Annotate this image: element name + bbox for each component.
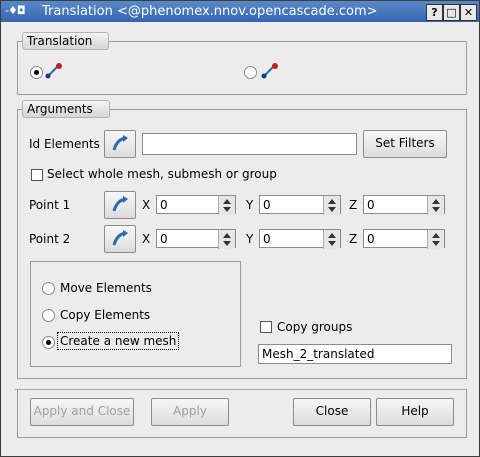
copy-elements-radio[interactable] — [42, 309, 55, 322]
window-menu-icon[interactable]: -♦◘ — [5, 4, 26, 17]
apply-button[interactable]: Apply — [151, 398, 229, 426]
point1-select-button[interactable] — [104, 191, 136, 219]
id-elements-select-button[interactable] — [104, 130, 136, 158]
create-new-mesh-radio[interactable] — [42, 336, 55, 349]
copy-groups-checkbox[interactable] — [260, 321, 272, 333]
point2-y-value: 0 — [263, 232, 271, 246]
point1-y-input[interactable]: 0 — [259, 195, 341, 215]
point1-x-label: X — [142, 198, 151, 212]
copy-elements-label[interactable]: Copy Elements — [60, 307, 150, 323]
arguments-group-title: Arguments — [22, 100, 110, 118]
id-elements-input[interactable] — [142, 133, 357, 155]
point1-y-label: Y — [246, 198, 254, 212]
new-mesh-name-input[interactable]: Mesh_2_translated — [258, 344, 452, 364]
select-whole-label: Select whole mesh, submesh or group — [47, 167, 277, 181]
point2-z-input[interactable]: 0 — [363, 229, 445, 249]
point2-y-input[interactable]: 0 — [259, 229, 341, 249]
copy-groups-label: Copy groups — [277, 320, 353, 334]
point1-x-spin-icon[interactable] — [218, 196, 235, 215]
id-elements-label: Id Elements — [29, 137, 100, 151]
point1-z-value: 0 — [367, 198, 375, 212]
point1-x-value: 0 — [160, 198, 168, 212]
point1-z-label: Z — [349, 198, 358, 212]
apply-and-close-button[interactable]: Apply and Close — [30, 398, 134, 426]
point1-z-input[interactable]: 0 — [363, 195, 445, 215]
move-elements-label[interactable]: Move Elements — [60, 280, 152, 296]
point2-z-value: 0 — [367, 232, 375, 246]
point2-x-value: 0 — [160, 232, 168, 246]
two-points-translation-radio[interactable] — [244, 66, 257, 79]
move-elements-radio[interactable] — [42, 282, 55, 295]
point2-y-label: Y — [246, 232, 254, 246]
point2-select-button[interactable] — [104, 225, 136, 253]
point2-z-label: Z — [349, 232, 358, 246]
point1-y-value: 0 — [263, 198, 271, 212]
point2-y-spin-icon[interactable] — [323, 230, 340, 249]
select-whole-checkbox[interactable] — [31, 169, 43, 181]
close-window-button[interactable]: ✕ — [460, 4, 477, 21]
window-title: Translation <@phenomex.nnov.opencascade.… — [42, 4, 378, 19]
point2-z-spin-icon[interactable] — [427, 230, 444, 249]
create-new-mesh-label[interactable]: Create a new mesh — [57, 332, 180, 350]
point2-x-label: X — [142, 232, 151, 246]
title-bar[interactable]: -♦◘ Translation <@phenomex.nnov.opencasc… — [1, 1, 479, 22]
translation-group-title: Translation — [22, 32, 110, 50]
help-button[interactable]: Help — [376, 398, 454, 426]
translation-dialog: -♦◘ Translation <@phenomex.nnov.opencasc… — [0, 0, 480, 457]
point1-x-input[interactable]: 0 — [156, 195, 236, 215]
set-filters-button[interactable]: Set Filters — [363, 130, 447, 158]
point1-y-spin-icon[interactable] — [323, 196, 340, 215]
point1-z-spin-icon[interactable] — [427, 196, 444, 215]
point2-x-spin-icon[interactable] — [218, 230, 235, 249]
maximize-button[interactable]: □ — [443, 4, 460, 21]
point2-x-input[interactable]: 0 — [156, 229, 236, 249]
help-title-button[interactable]: ? — [426, 4, 443, 21]
vector-translation-icon — [45, 63, 62, 79]
vector-translation-radio[interactable] — [30, 66, 43, 79]
two-points-translation-icon — [261, 63, 278, 79]
point1-label: Point 1 — [29, 198, 71, 212]
close-button[interactable]: Close — [293, 398, 371, 426]
point2-label: Point 2 — [29, 232, 71, 246]
